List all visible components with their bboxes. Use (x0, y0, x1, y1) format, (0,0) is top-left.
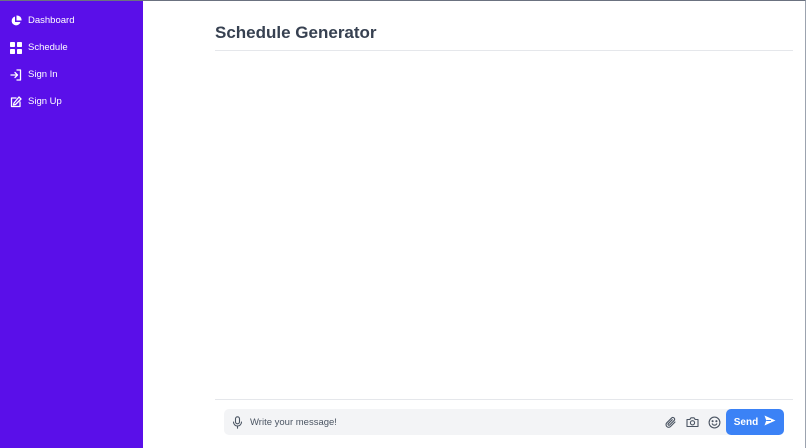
sidebar-item-sign-up[interactable]: Sign Up (10, 93, 62, 111)
edit-icon (10, 96, 22, 108)
message-input[interactable] (250, 413, 660, 431)
send-button[interactable]: Send (726, 409, 784, 435)
sign-in-icon (10, 69, 22, 81)
sidebar-item-label: Sign Up (28, 96, 62, 107)
sidebar-item-label: Dashboard (28, 15, 75, 26)
smiley-icon[interactable] (707, 414, 722, 430)
paperclip-icon[interactable] (663, 414, 678, 430)
message-composer: Send (224, 409, 784, 435)
send-arrow-icon (764, 413, 776, 431)
main-content: Schedule Generator Write your message! S… (143, 1, 805, 448)
sidebar-item-schedule[interactable]: Schedule (10, 39, 68, 57)
camera-icon[interactable] (685, 414, 700, 430)
microphone-icon[interactable] (230, 414, 245, 430)
send-label: Send (733, 416, 759, 428)
sidebar: Dashboard Schedule Sign In Sign Up (0, 1, 143, 448)
composer-divider (215, 399, 793, 400)
sidebar-item-dashboard[interactable]: Dashboard (10, 12, 74, 30)
sidebar-item-label: Schedule (28, 42, 68, 53)
pie-chart-icon (10, 15, 22, 27)
grid-icon (10, 42, 22, 54)
page-title: Schedule Generator (215, 23, 377, 42)
title-divider (215, 50, 793, 51)
sidebar-item-sign-in[interactable]: Sign In (10, 66, 58, 84)
app-window: Dashboard Schedule Sign In Sign Up Sched… (0, 0, 806, 448)
sidebar-item-label: Sign In (28, 69, 58, 80)
